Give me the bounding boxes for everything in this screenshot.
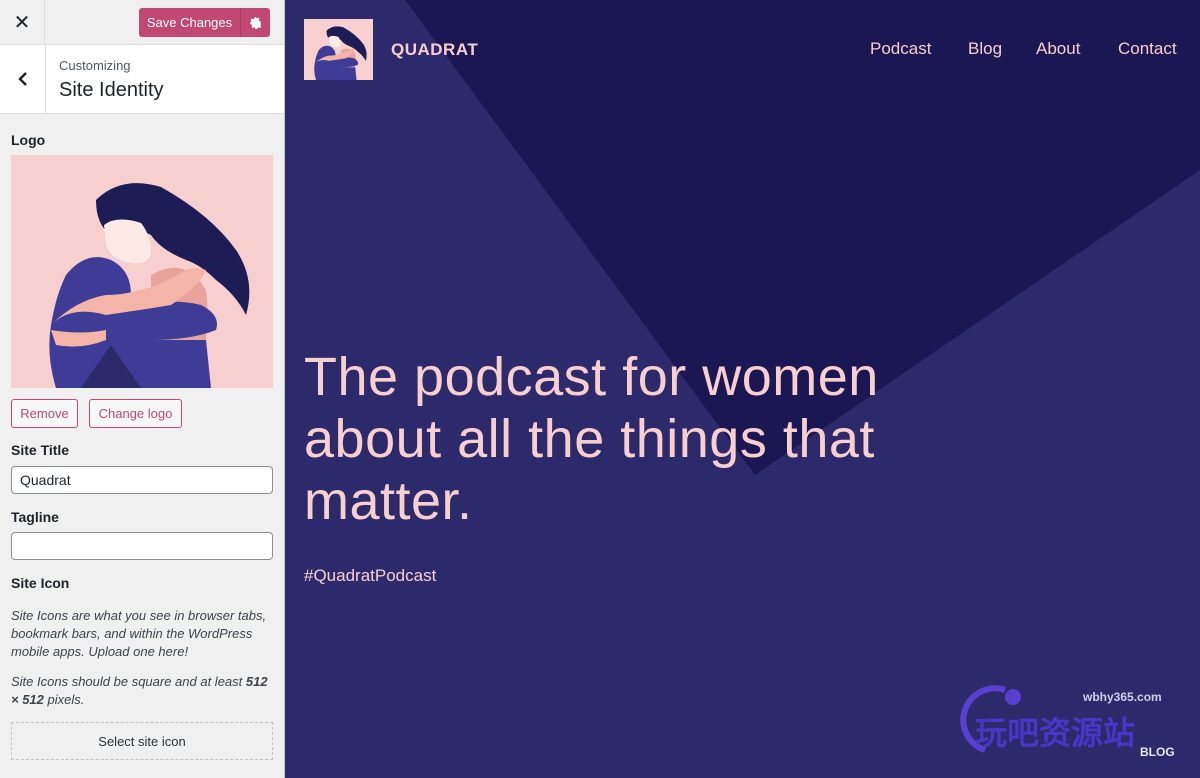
site-preview: QUADRAT Podcast Blog About Contact The p… [285, 0, 1200, 778]
select-site-icon-button[interactable]: Select site icon [11, 722, 273, 760]
customizer-sidebar: ✕ Save Changes Customizing Site Identity… [0, 0, 285, 778]
watermark-url: wbhy365.com [1083, 690, 1162, 704]
watermark: wbhy365.com 玩吧资源站 BLOG [945, 680, 1195, 770]
site-title-label: Site Title [11, 442, 70, 458]
breadcrumb: Customizing [59, 58, 131, 73]
hero-heading: The podcast for women about all the thin… [304, 347, 879, 531]
logo-label: Logo [11, 132, 46, 148]
watermark-text: 玩吧资源站 [975, 714, 1136, 752]
site-title[interactable]: QUADRAT [391, 40, 478, 60]
site-logo[interactable] [304, 19, 373, 80]
site-icon-size-note: Site Icons should be square and at least… [11, 673, 273, 709]
section-header: Customizing Site Identity [0, 45, 284, 114]
chevron-left-icon[interactable] [0, 45, 46, 113]
tagline-label: Tagline [11, 509, 59, 525]
hashtag: #QuadratPodcast [304, 566, 437, 585]
nav-blog[interactable]: Blog [968, 39, 1002, 59]
nav-contact[interactable]: Contact [1118, 39, 1177, 59]
site-title-input[interactable]: Quadrat [11, 466, 273, 494]
gear-icon[interactable] [240, 8, 270, 37]
logo-image[interactable] [11, 155, 273, 388]
size-note-suffix: pixels. [43, 692, 85, 707]
site-icon-label: Site Icon [11, 575, 70, 591]
customizer-header: ✕ Save Changes [0, 0, 284, 45]
close-icon[interactable]: ✕ [0, 0, 45, 45]
nav-about[interactable]: About [1036, 39, 1080, 59]
change-logo-button[interactable]: Change logo [89, 399, 182, 428]
nav-podcast[interactable]: Podcast [870, 39, 931, 59]
site-icon-description: Site Icons are what you see in browser t… [11, 608, 267, 659]
watermark-sub: BLOG [1140, 745, 1175, 759]
section-title: Site Identity [59, 79, 164, 101]
remove-logo-button[interactable]: Remove [11, 399, 78, 428]
save-button[interactable]: Save Changes [139, 8, 240, 37]
size-note-text: Site Icons should be square and at least [11, 674, 246, 689]
tagline-input[interactable] [11, 532, 273, 560]
